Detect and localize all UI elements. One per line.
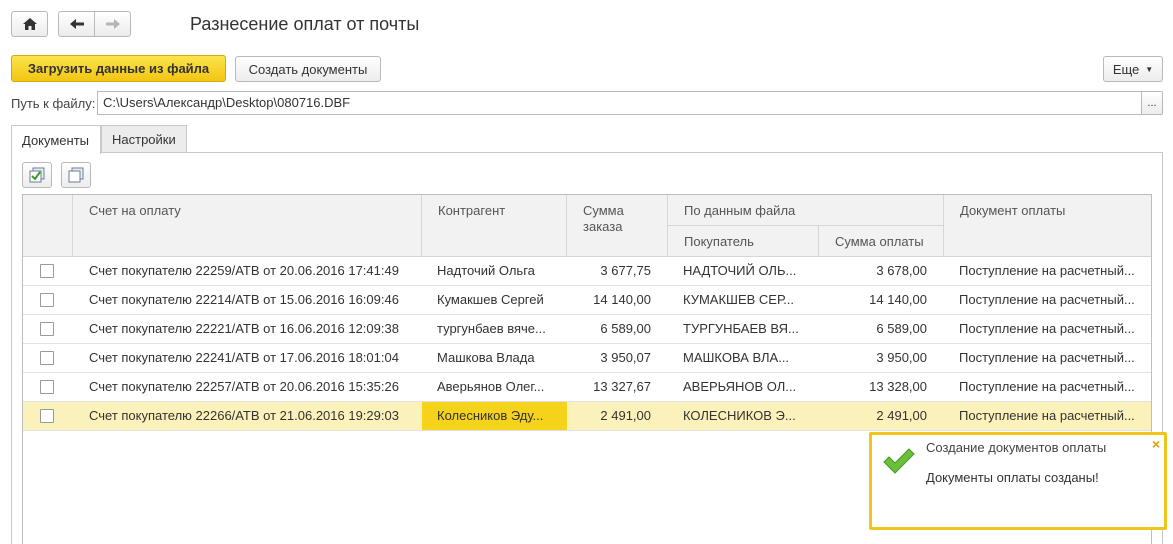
cell-order-sum: 2 491,00 [600,408,651,423]
cell-invoice: Счет покупателю 22221/АТВ от 16.06.2016 … [89,321,399,336]
cell-buyer: АВЕРЬЯНОВ ОЛ... [683,379,797,394]
uncheck-all-icon [68,167,84,183]
path-label: Путь к файлу: [11,96,96,111]
check-all-button[interactable] [22,162,52,188]
cell-invoice: Счет покупателю 22214/АТВ от 15.06.2016 … [89,292,399,307]
cell-counterparty: Надточий Ольга [437,263,535,278]
cell-order-sum: 13 327,67 [593,379,651,394]
browse-button[interactable]: ... [1141,91,1163,115]
cell-payment-sum: 6 589,00 [876,321,927,336]
create-documents-button[interactable]: Создать документы [235,56,381,82]
more-label: Еще [1112,61,1140,77]
cell-payment-doc: Поступление на расчетный... [959,263,1135,278]
table-row[interactable]: Счет покупателю 22241/АТВ от 17.06.2016 … [23,344,1151,373]
cell-counterparty: Машкова Влада [437,350,535,365]
notification-popup: Создание документов оплаты Документы опл… [869,432,1167,530]
cell-buyer: НАДТОЧИЙ ОЛЬ... [683,263,797,278]
arrow-left-icon [69,19,84,29]
uncheck-all-button[interactable] [61,162,91,188]
file-path-input[interactable]: C:\Users\Александр\Desktop\080716.DBF [97,91,1142,115]
table-row[interactable]: Счет покупателю 22214/АТВ от 15.06.2016 … [23,286,1151,315]
cell-counterparty: Кумакшев Сергей [437,292,544,307]
back-button[interactable] [58,11,95,37]
row-checkbox[interactable] [40,322,54,336]
cell-buyer: МАШКОВА ВЛА... [683,350,790,365]
row-checkbox[interactable] [40,409,54,423]
cell-invoice: Счет покупателю 22257/АТВ от 20.06.2016 … [89,379,399,394]
cell-payment-doc: Поступление на расчетный... [959,350,1135,365]
cell-payment-doc: Поступление на расчетный... [959,408,1135,423]
cell-counterparty: Аверьянов Олег... [437,379,545,394]
header-checkbox-column [23,195,73,257]
table-row-selected[interactable]: Счет покупателю 22266/АТВ от 21.06.2016 … [23,402,1151,431]
row-checkbox[interactable] [40,351,54,365]
row-checkbox[interactable] [40,264,54,278]
header-payment-sum[interactable]: Сумма оплаты [819,226,944,257]
cell-order-sum: 14 140,00 [593,292,651,307]
load-from-file-button[interactable]: Загрузить данные из файла [11,55,226,82]
checkmark-icon [883,448,915,474]
header-order-sum[interactable]: Сумма заказа [567,195,668,257]
cell-invoice: Счет покупателю 22259/АТВ от 20.06.2016 … [89,263,399,278]
table-row[interactable]: Счет покупателю 22221/АТВ от 16.06.2016 … [23,315,1151,344]
header-payment-doc[interactable]: Документ оплаты [944,195,1151,257]
row-checkbox[interactable] [40,380,54,394]
forward-button[interactable] [94,11,131,37]
cell-buyer: ТУРГУНБАЕВ ВЯ... [683,321,799,336]
notification-title: Создание документов оплаты [926,440,1107,455]
cell-payment-sum: 14 140,00 [869,292,927,307]
cell-order-sum: 3 950,07 [600,350,651,365]
cell-payment-sum: 2 491,00 [876,408,927,423]
cell-payment-sum: 3 678,00 [876,263,927,278]
table-row[interactable]: Счет покупателю 22257/АТВ от 20.06.2016 … [23,373,1151,402]
cell-payment-doc: Поступление на расчетный... [959,292,1135,307]
cell-invoice: Счет покупателю 22241/АТВ от 17.06.2016 … [89,350,399,365]
close-icon[interactable]: × [1152,436,1160,452]
more-button[interactable]: Еще ▼ [1103,56,1163,82]
header-file-group: По данным файла [668,195,944,226]
check-all-icon [29,167,45,183]
cell-invoice: Счет покупателю 22266/АТВ от 21.06.2016 … [89,408,399,423]
cell-counterparty: тургунбаев вяче... [437,321,546,336]
cell-order-sum: 3 677,75 [600,263,651,278]
cell-payment-doc: Поступление на расчетный... [959,379,1135,394]
home-icon [22,18,37,30]
cell-payment-sum: 3 950,00 [876,350,927,365]
table-row[interactable]: Счет покупателю 22259/АТВ от 20.06.2016 … [23,257,1151,286]
cell-order-sum: 6 589,00 [600,321,651,336]
header-invoice[interactable]: Счет на оплату [73,195,422,257]
cell-counterparty[interactable]: Колесников Эду... [437,402,565,430]
tab-documents[interactable]: Документы [11,125,101,154]
page-title: Разнесение оплат от почты [190,14,420,34]
row-checkbox[interactable] [40,293,54,307]
header-counterparty[interactable]: Контрагент [422,195,567,257]
cell-payment-doc: Поступление на расчетный... [959,321,1135,336]
header-buyer[interactable]: Покупатель [668,226,819,257]
arrow-right-icon [105,19,120,29]
cell-buyer: КУМАКШЕВ СЕР... [683,292,795,307]
home-button[interactable] [11,11,48,37]
cell-payment-sum: 13 328,00 [869,379,927,394]
notification-message: Документы оплаты созданы! [926,470,1099,485]
chevron-down-icon: ▼ [1145,64,1154,74]
cell-buyer: КОЛЕСНИКОВ Э... [683,408,796,423]
tab-settings[interactable]: Настройки [101,125,187,153]
